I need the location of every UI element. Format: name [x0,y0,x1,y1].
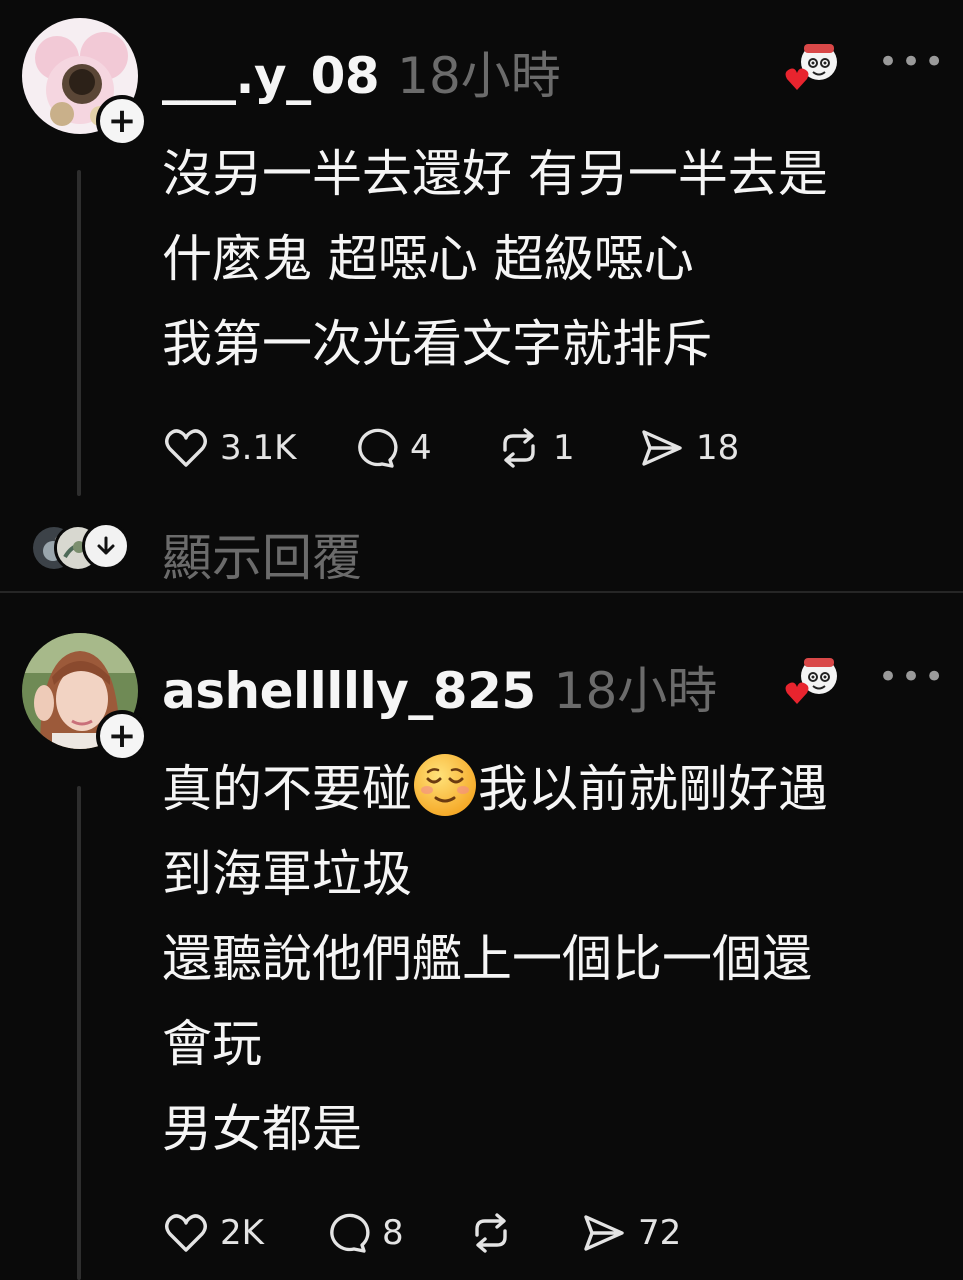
body-line: 沒另一半去還好 有另一半去是 [162,145,828,203]
username[interactable]: ashellllly_825 [162,662,536,720]
send-icon [642,430,682,466]
post-body: 真的不要碰 我以前就剛好遇 到海軍垃圾 還聽說他們艦上一個比一個還 會玩 男女都是 [162,747,942,1172]
repost-icon [475,1213,507,1253]
relieved-face-emoji [414,754,476,816]
more-dots-icon[interactable]: ••• [878,657,947,697]
heart-sticker-icon[interactable] [784,42,840,92]
body-line: 真的不要碰 我以前就剛好遇 [162,747,942,832]
timestamp: 18小時 [397,47,561,105]
comment-button[interactable]: 4 [352,418,432,478]
share-count: 18 [696,428,740,468]
body-text-segment: 真的不要碰 [162,760,412,818]
follow-button[interactable]: + [96,710,148,762]
post-body: 沒另一半去還好 有另一半去是 什麼鬼 超噁心 超級噁心 我第一次光看文字就排斥 [162,132,942,387]
timestamp: 18小時 [553,662,718,720]
repost-button[interactable] [467,1203,525,1263]
body-text-segment: 我以前就剛好遇 [478,760,828,818]
heart-sticker-icon[interactable] [784,656,840,706]
comment-count: 4 [410,428,432,468]
like-button[interactable]: 3.1K [162,418,296,478]
comment-post: + ___.y_08 18小時 ••• 沒另一半去還好 有另一半去是 什麼鬼 超… [0,0,963,592]
show-replies-link[interactable]: 顯示回覆 [162,518,362,590]
comment-count: 8 [382,1213,404,1253]
body-line: 到海軍垃圾 [162,845,412,903]
repost-button[interactable]: 1 [495,418,575,478]
body-line: 男女都是 [162,1100,362,1158]
share-count: 72 [638,1213,682,1253]
share-button[interactable]: 18 [638,418,739,478]
repost-icon [503,428,535,468]
plus-icon: + [107,716,137,756]
like-count: 2K [220,1213,264,1253]
plus-icon: + [107,101,137,141]
heart-icon [165,429,207,467]
share-button[interactable]: 72 [580,1203,681,1263]
post-header: ashellllly_825 18小時 [162,651,717,723]
comment-bubble-icon [358,428,398,468]
more-dots-icon[interactable]: ••• [878,42,947,82]
repost-count: 1 [553,428,575,468]
body-line: 我第一次光看文字就排斥 [162,315,712,373]
body-line: 會玩 [162,1015,262,1073]
comment-post: + ashellllly_825 18小時 ••• 真的不要碰 我以前就剛好遇 到… [0,593,963,1280]
send-icon [584,1215,624,1251]
comment-button[interactable]: 8 [324,1203,404,1263]
like-button[interactable]: 2K [162,1203,264,1263]
body-line: 還聽說他們艦上一個比一個還 [162,930,812,988]
heart-icon [165,1214,207,1252]
like-count: 3.1K [220,428,297,468]
arrow-down-icon [97,536,115,555]
thread-line [77,170,81,496]
username[interactable]: ___.y_08 [162,47,380,105]
post-header: ___.y_08 18小時 [162,36,561,108]
follow-button[interactable]: + [96,95,148,147]
comment-bubble-icon [330,1213,370,1253]
expand-replies-button[interactable] [82,522,130,570]
thread-line [77,786,81,1280]
body-line: 什麼鬼 超噁心 超級噁心 [162,230,694,288]
